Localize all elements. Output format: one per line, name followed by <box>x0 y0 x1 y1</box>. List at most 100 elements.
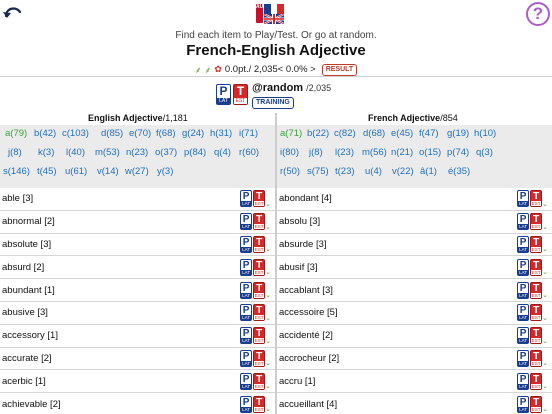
letter-index-item[interactable]: d(85) <box>101 128 123 139</box>
letter-index-item[interactable]: l(40) <box>66 147 85 158</box>
play-icon[interactable]: P LAT <box>240 395 253 413</box>
language-flag-badge[interactable]: AUTO <box>256 2 286 24</box>
test-icon[interactable]: T EST <box>253 304 266 322</box>
play-icon[interactable]: P LAT <box>517 349 530 367</box>
test-icon[interactable]: T EST <box>530 235 543 253</box>
word-row[interactable]: abnormal [2] P LAT T EST ⌄ <box>0 211 275 234</box>
letter-index-item[interactable]: i(80) <box>280 147 299 158</box>
letter-index-item[interactable]: f(68) <box>156 128 176 139</box>
letter-index-item[interactable]: c(82) <box>334 128 356 139</box>
test-icon[interactable]: T EST <box>530 349 543 367</box>
letter-index-item[interactable]: n(23) <box>126 147 148 158</box>
test-icon[interactable]: T EST <box>253 213 266 231</box>
word-row[interactable]: accessoire [5] P LAT T EST ⌄ <box>277 302 552 325</box>
play-icon[interactable]: P LAT <box>517 213 530 231</box>
word-row[interactable]: accueillant [4] P LAT T EST ⌄ <box>277 393 552 414</box>
word-row[interactable]: absolu [3] P LAT T EST ⌄ <box>277 211 552 234</box>
letter-index-item[interactable]: p(84) <box>184 147 206 158</box>
letter-index-item[interactable]: g(19) <box>447 128 469 139</box>
play-icon[interactable]: P LAT <box>240 349 253 367</box>
letter-index-item[interactable]: f(47) <box>419 128 439 139</box>
test-icon[interactable]: T EST <box>530 372 543 390</box>
letter-index-item[interactable]: q(4) <box>214 147 231 158</box>
letter-index-item[interactable]: y(3) <box>157 166 173 177</box>
letter-index-item[interactable]: b(22) <box>307 128 329 139</box>
letter-index-item[interactable]: j(8) <box>309 147 323 158</box>
letter-index-item[interactable]: s(75) <box>307 166 329 177</box>
test-icon[interactable]: T EST <box>253 372 266 390</box>
word-row[interactable]: achievable [2] P LAT T EST ⌄ <box>0 393 275 414</box>
word-row[interactable]: acerbic [1] P LAT T EST ⌄ <box>0 370 275 394</box>
play-icon[interactable]: P LAT <box>240 235 253 253</box>
test-icon[interactable]: T EST <box>530 327 543 345</box>
letter-index-item[interactable]: g(24) <box>182 128 204 139</box>
play-icon[interactable]: P LAT <box>517 235 530 253</box>
word-row[interactable]: accrocheur [2] P LAT T EST ⌄ <box>277 348 552 371</box>
play-icon[interactable]: P LAT <box>517 190 530 208</box>
test-icon[interactable]: T EST <box>253 281 266 299</box>
letter-index-item[interactable]: e(70) <box>129 128 151 139</box>
test-icon[interactable]: T EST <box>530 190 543 208</box>
training-button[interactable]: TRAINING <box>252 97 294 109</box>
letter-index-item[interactable]: v(14) <box>97 166 119 177</box>
word-row[interactable]: able [3] P LAT T EST ⌄ <box>0 188 275 211</box>
result-button[interactable]: RESULT <box>321 63 358 76</box>
play-icon[interactable]: P LAT <box>517 258 530 276</box>
play-icon[interactable]: P LAT <box>517 372 530 390</box>
letter-index-item[interactable]: t(23) <box>335 166 355 177</box>
word-row[interactable]: absolute [3] P LAT T EST ⌄ <box>0 234 275 257</box>
word-row[interactable]: accru [1] P LAT T EST ⌄ <box>277 370 552 394</box>
word-row[interactable]: abundant [1] P LAT T EST ⌄ <box>0 279 275 302</box>
letter-index-item[interactable]: b(42) <box>34 128 56 139</box>
word-row[interactable]: abusive [3] P LAT T EST ⌄ <box>0 302 275 325</box>
letter-index-item[interactable]: a(79) <box>5 128 27 139</box>
play-icon[interactable]: P LAT <box>517 304 530 322</box>
letter-index-item[interactable]: e(45) <box>391 128 413 139</box>
letter-index-item[interactable]: w(27) <box>125 166 149 177</box>
play-icon[interactable]: P LAT <box>240 304 253 322</box>
letter-index-item[interactable]: c(103) <box>62 128 89 139</box>
test-icon[interactable]: T EST <box>253 349 266 367</box>
letter-index-item[interactable]: q(3) <box>476 147 493 158</box>
letter-index-item[interactable]: d(68) <box>363 128 385 139</box>
test-icon[interactable]: T EST <box>253 327 266 345</box>
letter-index-item[interactable]: h(31) <box>210 128 232 139</box>
letter-index-item[interactable]: l(23) <box>335 147 354 158</box>
test-icon[interactable]: T EST <box>253 395 266 413</box>
letter-index-item[interactable]: i(71) <box>239 128 258 139</box>
letter-index-item[interactable]: r(50) <box>280 166 300 177</box>
test-icon[interactable]: T EST <box>253 258 266 276</box>
word-row[interactable]: accidenté [2] P LAT T EST ⌄ <box>277 325 552 348</box>
word-row[interactable]: abondant [4] P LAT T EST ⌄ <box>277 188 552 211</box>
letter-index-item[interactable]: o(37) <box>155 147 177 158</box>
play-icon[interactable]: P LAT <box>240 372 253 390</box>
back-arrow-icon[interactable] <box>2 2 24 22</box>
word-row[interactable]: accurate [2] P LAT T EST ⌄ <box>0 348 275 371</box>
test-icon[interactable]: T EST <box>530 258 543 276</box>
letter-index-item[interactable]: s(146) <box>3 166 30 177</box>
word-row[interactable]: absurd [2] P LAT T EST ⌄ <box>0 256 275 280</box>
play-icon[interactable]: P LAT <box>240 258 253 276</box>
test-icon[interactable]: T EST <box>233 84 248 105</box>
play-icon[interactable]: P LAT <box>517 281 530 299</box>
test-icon[interactable]: T EST <box>530 281 543 299</box>
letter-index-item[interactable]: t(45) <box>37 166 57 177</box>
letter-index-item[interactable]: r(60) <box>239 147 259 158</box>
letter-index-item[interactable]: v(22) <box>392 166 414 177</box>
test-icon[interactable]: T EST <box>530 304 543 322</box>
letter-index-item[interactable]: é(35) <box>448 166 470 177</box>
letter-index-item[interactable]: u(61) <box>65 166 87 177</box>
random-label[interactable]: @random/2,035 <box>252 82 331 94</box>
word-row[interactable]: accessory [1] P LAT T EST ⌄ <box>0 325 275 348</box>
test-icon[interactable]: T EST <box>530 395 543 413</box>
play-icon[interactable]: P LAT <box>240 327 253 345</box>
test-icon[interactable]: T EST <box>253 190 266 208</box>
play-icon[interactable]: P LAT <box>240 281 253 299</box>
letter-index-item[interactable]: â(1) <box>420 166 437 177</box>
letter-index-item[interactable]: h(10) <box>474 128 496 139</box>
play-icon[interactable]: P LAT <box>517 395 530 413</box>
play-icon[interactable]: P LAT <box>240 213 253 231</box>
letter-index-item[interactable]: m(56) <box>362 147 387 158</box>
letter-index-item[interactable]: n(21) <box>391 147 413 158</box>
word-row[interactable]: abusif [3] P LAT T EST ⌄ <box>277 256 552 280</box>
